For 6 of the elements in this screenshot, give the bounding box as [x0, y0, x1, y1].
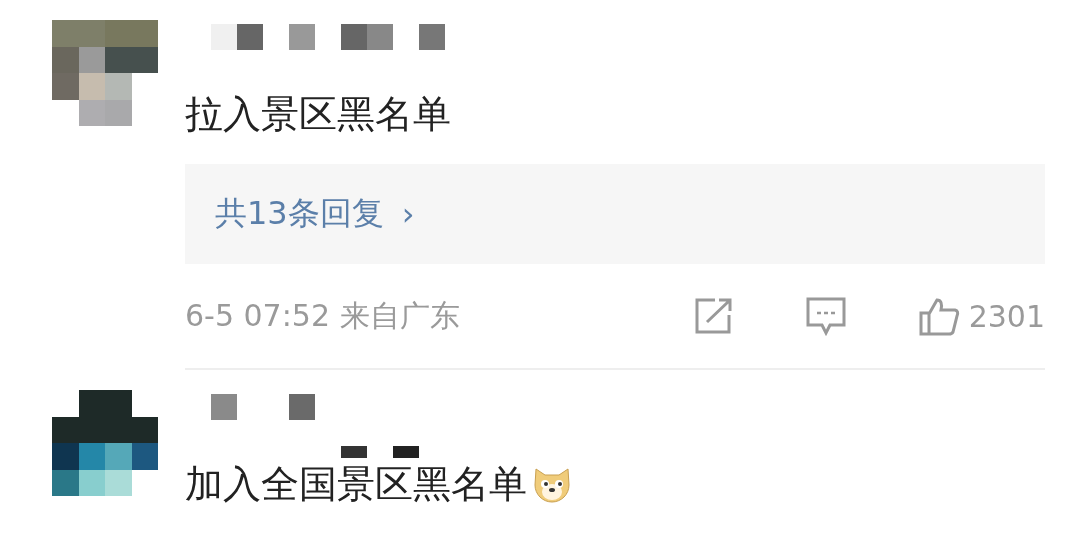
comment-text: 加入全国景区黑名单 — [185, 461, 527, 508]
comment-text: 拉入景区黑名单 — [185, 91, 451, 138]
comment-icon[interactable] — [804, 295, 847, 337]
replies-link[interactable]: 共13条回复 › — [185, 164, 1045, 264]
comment-time: 6-5 07:52 来自广东 — [185, 296, 461, 335]
like-count: 2301 — [968, 298, 1045, 334]
